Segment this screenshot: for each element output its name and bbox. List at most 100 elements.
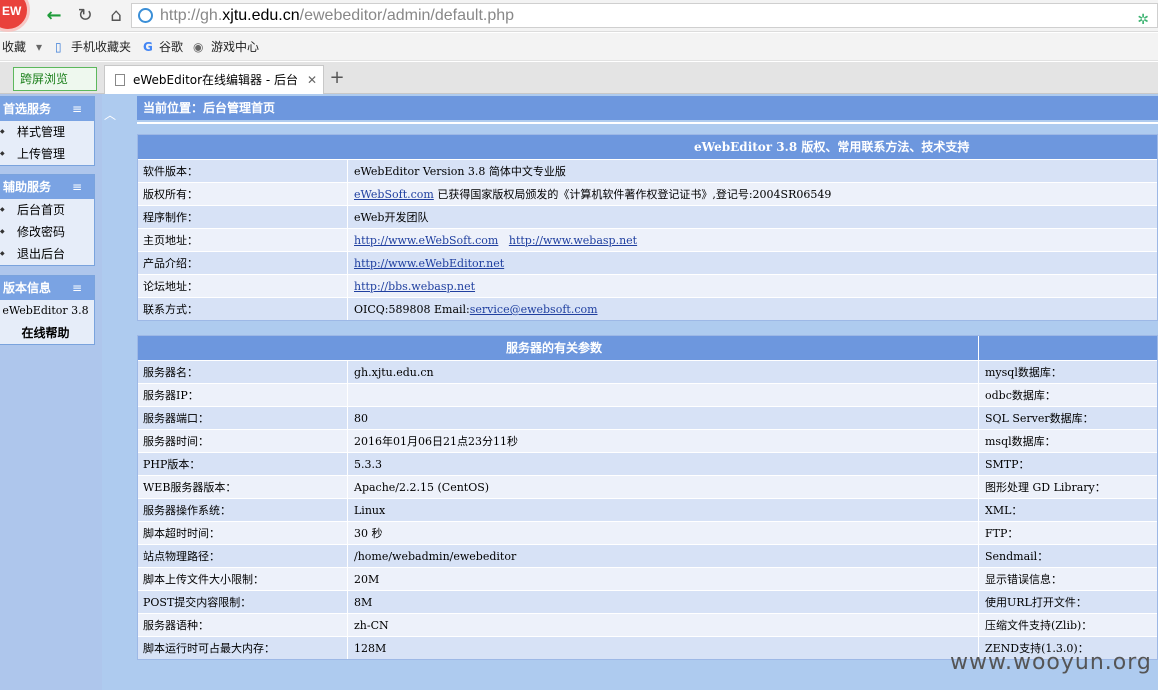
info-value: http://www.eWebSoft.com http://www.webas… <box>348 229 637 252</box>
server-feature-key: SMTP： <box>978 453 1158 475</box>
new-tab-button[interactable]: + <box>326 68 348 90</box>
sidebar-item-style-manage[interactable]: 样式管理 <box>0 121 94 143</box>
server-key: 服务器操作系统： <box>138 499 348 521</box>
watermark: www.wooyun.org <box>950 650 1152 675</box>
tab-bar: 跨屏浏览 eWebEditor在线编辑器 - 后台 ✕ + <box>0 62 1158 95</box>
main-content: 当前位置：后台管理首页 eWebEditor 3.8 版权、常用联系方法、技术支… <box>119 94 1158 690</box>
server-key: 服务器IP： <box>138 384 348 406</box>
email-link[interactable]: service@ewebsoft.com <box>470 303 598 316</box>
info-value: eWebEditor Version 3.8 简体中文专业版 <box>348 160 566 183</box>
server-key: 服务器端口： <box>138 407 348 429</box>
info-row: 主页地址： http://www.eWebSoft.com http://www.… <box>138 228 1157 251</box>
info-key: 软件版本： <box>138 160 348 182</box>
server-row: 站点物理路径： /home/webadmin/ewebeditor Sendmail… <box>138 544 1157 567</box>
server-key: 脚本超时时间： <box>138 522 348 544</box>
server-row: 服务器语种： zh-CN 压缩文件支持(Zlib)： <box>138 613 1157 636</box>
server-feature-key: SQL Server数据库： <box>978 407 1158 429</box>
server-feature-key: mysql数据库： <box>978 361 1158 383</box>
info-row: 版权所有： eWebSoft.com 已获得国家版权局颁发的《计算机软件著作权登记… <box>138 182 1157 205</box>
info-value: http://www.eWebEditor.net <box>348 252 504 275</box>
info-row: 程序制作： eWeb开发团队 <box>138 205 1157 228</box>
breadcrumb: 当前位置：后台管理首页 <box>137 96 1158 120</box>
menu-icon[interactable]: ≡ <box>72 276 82 300</box>
info-row: 论坛地址： http://bbs.webasp.net <box>138 274 1157 297</box>
server-row: 服务器端口： 80 SQL Server数据库： <box>138 406 1157 429</box>
info-key: 产品介绍： <box>138 252 348 274</box>
info-key: 版权所有： <box>138 183 348 205</box>
server-feature-key: msql数据库： <box>978 430 1158 452</box>
gamepad-icon: ◉ <box>193 40 204 54</box>
server-feature-key: FTP： <box>978 522 1158 544</box>
reload-icon[interactable]: ↻ <box>73 4 97 28</box>
server-feature-key: 显示错误信息： <box>978 568 1158 590</box>
bookmarks-bar: 收藏 ▾ ▯ 手机收藏夹 G 谷歌 ◉ 游戏中心 <box>0 33 1158 61</box>
info-link[interactable]: eWebSoft.com <box>354 188 434 201</box>
server-row: 服务器操作系统： Linux XML： <box>138 498 1157 521</box>
sidebar-group-title[interactable]: 首选服务 ≡ <box>0 97 94 121</box>
sidebar-group-assist: 辅助服务≡ 后台首页 修改密码 退出后台 <box>0 174 95 266</box>
server-row: PHP版本： 5.3.3 SMTP： <box>138 452 1157 475</box>
info-link-2[interactable]: http://www.webasp.net <box>509 234 637 247</box>
phone-icon: ▯ <box>55 40 62 54</box>
server-value: Apache/2.2.15 (CentOS) <box>354 481 490 494</box>
bookmark-favorites[interactable]: 收藏 <box>2 33 26 61</box>
info-value: http://bbs.webasp.net <box>348 275 475 298</box>
info-key: 联系方式： <box>138 298 348 320</box>
info-link[interactable]: http://www.eWebSoft.com <box>354 234 498 247</box>
info-text: eWebEditor Version 3.8 简体中文专业版 <box>354 165 566 178</box>
server-value: 128M <box>354 642 387 655</box>
menu-icon[interactable]: ≡ <box>72 97 82 121</box>
browser-logo[interactable]: EW <box>0 0 30 32</box>
info-row: 软件版本： eWebEditor Version 3.8 简体中文专业版 <box>138 159 1157 182</box>
address-bar-area: EW ← ↻ ⌂ http://gh.xjtu.edu.cn/ewebedito… <box>0 0 1158 32</box>
server-key: 服务器名： <box>138 361 348 383</box>
server-value: gh.xjtu.edu.cn <box>354 366 434 379</box>
bookmark-google[interactable]: 谷歌 <box>159 33 183 61</box>
close-icon[interactable]: ✕ <box>307 66 317 94</box>
server-value: 5.3.3 <box>354 458 382 471</box>
server-row: 脚本上传文件大小限制： 20M 显示错误信息： <box>138 567 1157 590</box>
info-text: eWeb开发团队 <box>354 211 429 224</box>
info-key: 主页地址： <box>138 229 348 251</box>
sidebar-item-logout[interactable]: 退出后台 <box>0 243 94 265</box>
server-row: WEB服务器版本： Apache/2.2.15 (CentOS) 图形处理 GD L… <box>138 475 1157 498</box>
info-link[interactable]: http://bbs.webasp.net <box>354 280 475 293</box>
tab-ewebeditor[interactable]: eWebEditor在线编辑器 - 后台 ✕ <box>104 65 324 95</box>
loading-icon: ✲ <box>1137 11 1149 27</box>
google-icon: G <box>143 40 153 54</box>
server-value: 2016年01月06日21点23分11秒 <box>354 435 518 448</box>
contact-text: OICQ:589808 Email: <box>354 303 470 316</box>
chevron-down-icon[interactable]: ▾ <box>36 33 42 61</box>
sidebar-item-upload-manage[interactable]: 上传管理 <box>0 143 94 165</box>
server-key: 服务器语种： <box>138 614 348 636</box>
sidebar-group-preferred: 首选服务≡ 样式管理 上传管理 <box>0 96 95 166</box>
info-text: 已获得国家版权局颁发的《计算机软件著作权登记证书》,登记号:2004SR0654… <box>433 188 832 201</box>
server-value: /home/webadmin/ewebeditor <box>354 550 517 563</box>
back-arrow-icon[interactable]: ← <box>42 4 66 28</box>
server-value: 20M <box>354 573 380 586</box>
info-panel: eWebEditor 3.8 版权、常用联系方法、技术支持 软件版本： eWebE… <box>137 134 1158 321</box>
online-help-link[interactable]: 在线帮助 <box>0 322 94 344</box>
sidebar-group-title[interactable]: 版本信息 ≡ <box>0 276 94 300</box>
sidebar-item-admin-home[interactable]: 后台首页 <box>0 199 94 221</box>
info-link[interactable]: http://www.eWebEditor.net <box>354 257 504 270</box>
server-key: PHP版本： <box>138 453 348 475</box>
menu-icon[interactable]: ≡ <box>72 175 82 199</box>
chevron-up-icon[interactable]: ︿ <box>104 106 116 123</box>
server-panel: 服务器的有关参数 服务器名： gh.xjtu.edu.cn mysql数据库： 服务器… <box>137 335 1158 660</box>
server-value: 80 <box>354 412 368 425</box>
url-input[interactable]: http://gh.xjtu.edu.cn/ewebeditor/admin/d… <box>131 3 1158 28</box>
server-value: 8M <box>354 596 373 609</box>
sidebar-toggle-strip[interactable]: ︿ <box>102 94 119 690</box>
bookmark-games[interactable]: 游戏中心 <box>211 33 259 61</box>
home-icon[interactable]: ⌂ <box>104 4 128 28</box>
bookmark-mobile[interactable]: 手机收藏夹 <box>71 33 131 61</box>
server-row: 脚本超时时间： 30 秒 FTP： <box>138 521 1157 544</box>
sidebar: 首选服务≡ 样式管理 上传管理 辅助服务≡ 后台首页 修改密码 退出后台 版本信… <box>0 94 102 690</box>
sidebar-group-version: 版本信息 ≡ eWebEditor 3.8 在线帮助 <box>0 275 95 345</box>
sidebar-item-change-password[interactable]: 修改密码 <box>0 221 94 243</box>
server-key: POST提交内容限制： <box>138 591 348 613</box>
sidebar-group-title[interactable]: 辅助服务 ≡ <box>0 175 94 199</box>
server-row: 服务器IP： odbc数据库： <box>138 383 1157 406</box>
cross-screen-button[interactable]: 跨屏浏览 <box>13 67 97 91</box>
